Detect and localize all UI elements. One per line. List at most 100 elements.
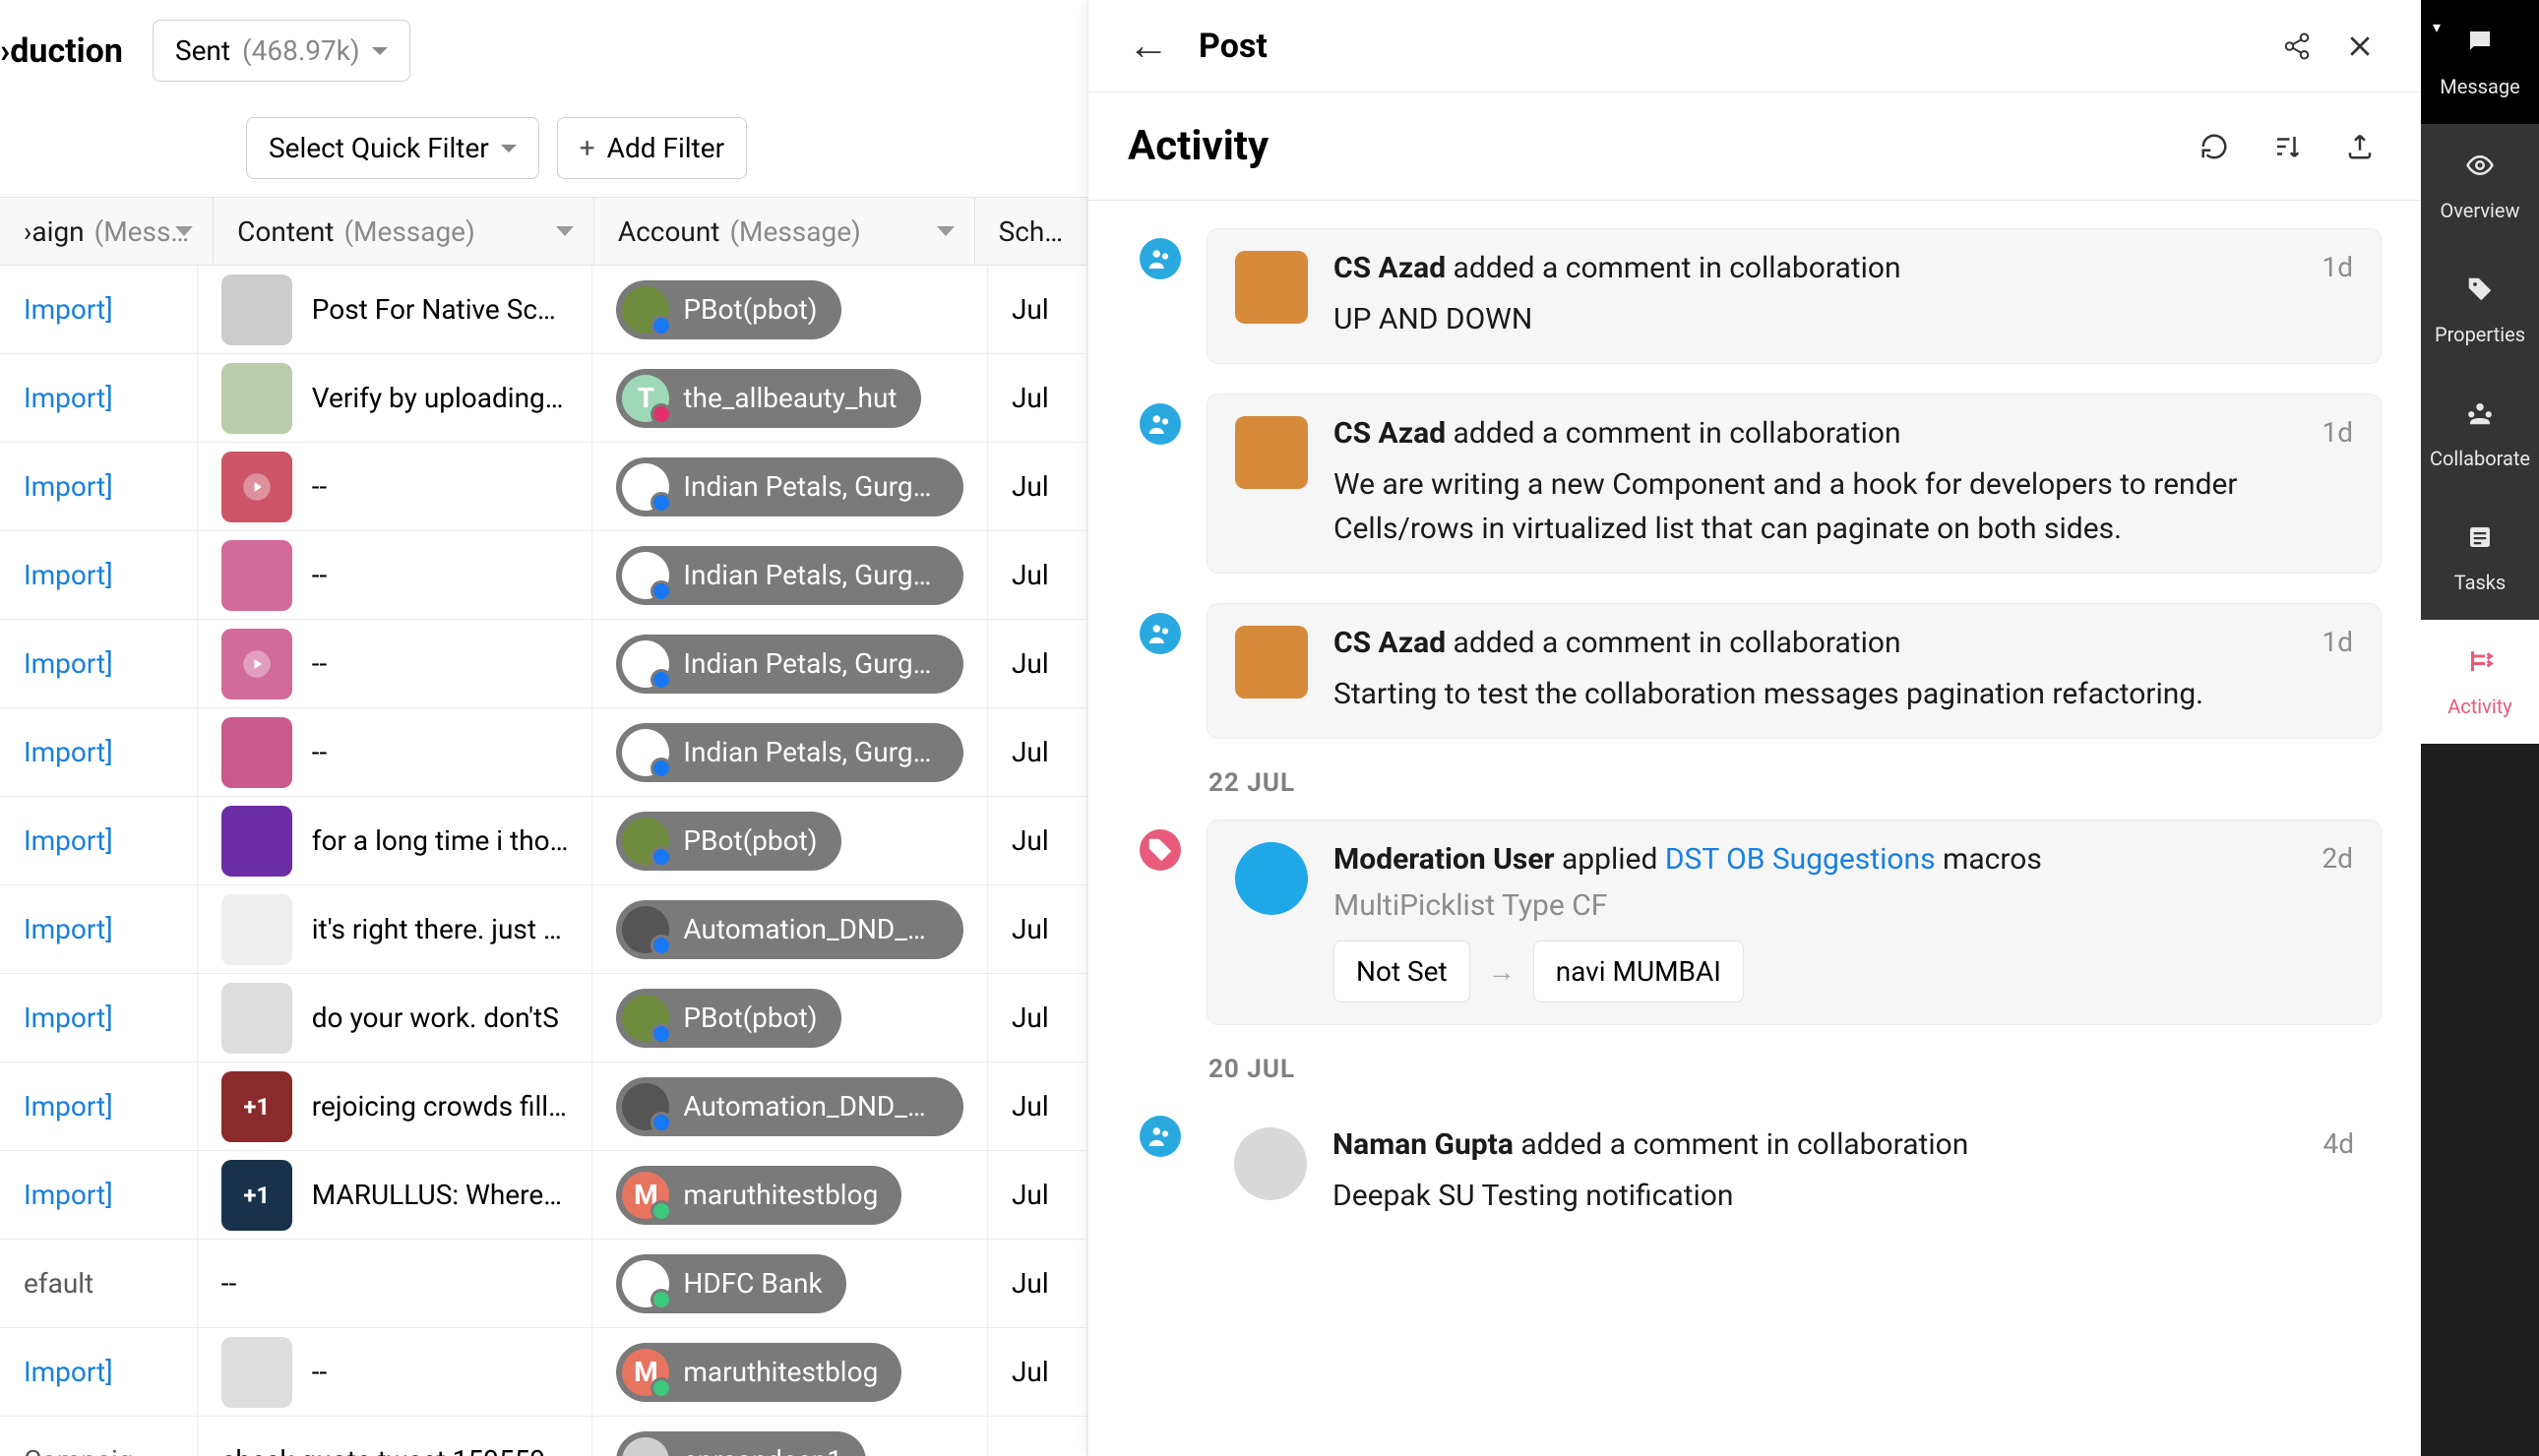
table-row[interactable]: Import]--Indian Petals, GurgaonJul [0,708,1087,797]
col-campaign[interactable]: ›aign (Mess… [0,198,214,265]
account-chip[interactable]: PBot(pbot) [616,812,840,871]
rail-collaborate[interactable]: Collaborate [2421,372,2539,496]
network-badge-icon [650,1112,672,1133]
arrow-right-icon: → [1488,955,1516,988]
table-row[interactable]: Import]--Indian Petals, GurgaonJul [0,443,1087,531]
content-cell: Verify by uploading image fr… [198,354,593,442]
table-row[interactable]: Import]--Indian Petals, GurgaonJul [0,531,1087,620]
col-scheduled[interactable]: Sch… [975,198,1087,265]
rail-message[interactable]: ▾ Message [2421,0,2539,124]
account-name: Automation_DND_Carz [683,1090,940,1122]
activity-avatar [1235,626,1308,698]
content-cell: check quote tweet 1595592628459 [198,1417,593,1456]
network-badge-icon [650,1377,672,1399]
content-thumbnail: +1 [221,1160,292,1231]
rail-activity[interactable]: Activity [2421,620,2539,744]
account-avatar [622,1260,669,1307]
campaign-link[interactable]: Import] [0,266,198,353]
sent-dropdown[interactable]: Sent (468.97k) [153,20,410,82]
network-badge-icon [650,1200,672,1222]
table-row[interactable]: Import]do your work. don'tSPBot(pbot)Jul [0,974,1087,1062]
back-icon[interactable]: ← [1128,22,1169,70]
col-content[interactable]: Content (Message) [214,198,594,265]
rail-overview[interactable]: Overview [2421,124,2539,248]
people-node-icon [1140,238,1181,279]
campaign-link[interactable]: Import] [0,974,198,1062]
content-text: -- [312,647,327,680]
table-row[interactable]: Import]Verify by uploading image fr… Tthe… [0,354,1087,443]
rail-properties[interactable]: Properties [2421,248,2539,372]
table-row[interactable]: Import]--MmaruthitestblogJul [0,1328,1087,1417]
account-chip[interactable]: Mmaruthitestblog [616,1166,901,1225]
table-row[interactable]: Campaig check quote tweet 1595592628459 sp… [0,1417,1087,1456]
page-title: ›duction [0,31,123,71]
table-row[interactable]: Import] for a long time i thought i wo… PB… [0,797,1087,885]
col-label: Account [618,215,720,248]
network-badge-icon [650,758,672,779]
campaign-link[interactable]: Import] [0,443,198,530]
table-row[interactable]: Import]--Indian Petals, GurgaonJul [0,620,1087,708]
table-row[interactable]: Import]+1rejoicing crowds filled the str… [0,1062,1087,1151]
export-icon[interactable] [2338,125,2382,168]
content-text: check quote tweet 1595592628459 [221,1444,569,1456]
account-chip[interactable]: PBot(pbot) [616,280,840,339]
account-cell: Indian Petals, Gurgaon [592,708,988,796]
col-account[interactable]: Account (Message) [594,198,975,265]
account-avatar [622,1437,669,1456]
account-name: the_allbeauty_hut [683,382,897,414]
account-chip[interactable]: Tthe_allbeauty_hut [616,369,920,428]
share-icon[interactable] [2275,25,2319,68]
campaign-link[interactable]: Import] [0,1328,198,1416]
date-separator: 22 JUL [1208,768,2382,798]
table-row[interactable]: Import]+1MARULLUS: Where is thy lea…Mmar… [0,1151,1087,1240]
account-chip[interactable]: Indian Petals, Gurgaon [616,546,963,605]
content-text: for a long time i thought i wo… [312,824,569,857]
chat-icon [2465,26,2495,65]
campaign-link[interactable]: Import] [0,620,198,707]
col-sublabel: (Message) [729,215,860,248]
account-avatar [622,286,669,334]
campaign-link[interactable]: Import] [0,885,198,973]
account-cell: Indian Petals, Gurgaon [592,620,988,707]
campaign-link[interactable]: Import] [0,1151,198,1239]
close-icon[interactable] [2338,25,2382,68]
account-chip[interactable]: Indian Petals, Gurgaon [616,457,963,516]
table-row[interactable]: efault--HDFC BankJul [0,1240,1087,1328]
table-row[interactable]: Import]it's right there. just look aro…A… [0,885,1087,974]
campaign-link[interactable]: Import] [0,797,198,884]
sort-filter-icon[interactable] [2265,125,2309,168]
account-chip[interactable]: Indian Petals, Gurgaon [616,635,963,694]
account-chip[interactable]: PBot(pbot) [616,989,840,1048]
refresh-icon[interactable] [2193,125,2236,168]
account-chip[interactable]: HDFC Bank [616,1254,845,1313]
account-chip[interactable]: Mmaruthitestblog [616,1343,901,1402]
campaign-link[interactable]: Import] [0,531,198,619]
campaign-link[interactable]: efault [0,1240,198,1327]
content-cell: for a long time i thought i wo… [198,797,593,884]
activity-card: CS Azad added a comment in collaboration… [1207,228,2382,364]
sort-icon[interactable] [937,226,955,236]
table-row[interactable]: Import]Post For Native Schedule Post Cha… [0,266,1087,354]
account-cell: PBot(pbot) [592,797,988,884]
add-filter-button[interactable]: + Add Filter [557,117,747,179]
account-chip[interactable]: Automation_DND_Carz [616,900,963,959]
right-rail: ▾ Message Overview Properties Collaborat… [2421,0,2539,1456]
account-chip[interactable]: Indian Petals, Gurgaon [616,723,963,782]
account-chip[interactable]: Automation_DND_Carz [616,1077,963,1136]
account-chip[interactable]: sprsandeep1 [616,1431,866,1456]
quick-filter-dropdown[interactable]: Select Quick Filter [246,117,539,179]
rail-tasks[interactable]: Tasks [2421,496,2539,620]
campaign-link[interactable]: Import] [0,708,198,796]
scheduled-cell: Jul [988,1151,1087,1239]
content-cell: -- [198,708,593,796]
campaign-link[interactable]: Import] [0,1062,198,1150]
content-text: -- [221,1267,236,1300]
col-label: Content [237,215,334,248]
campaign-link[interactable]: Import] [0,354,198,442]
account-name: PBot(pbot) [683,293,817,326]
sort-icon[interactable] [556,226,574,236]
account-cell: Mmaruthitestblog [592,1328,988,1416]
content-thumbnail [221,629,292,699]
campaign-link[interactable]: Campaig [0,1417,198,1456]
sort-icon[interactable] [175,226,193,236]
